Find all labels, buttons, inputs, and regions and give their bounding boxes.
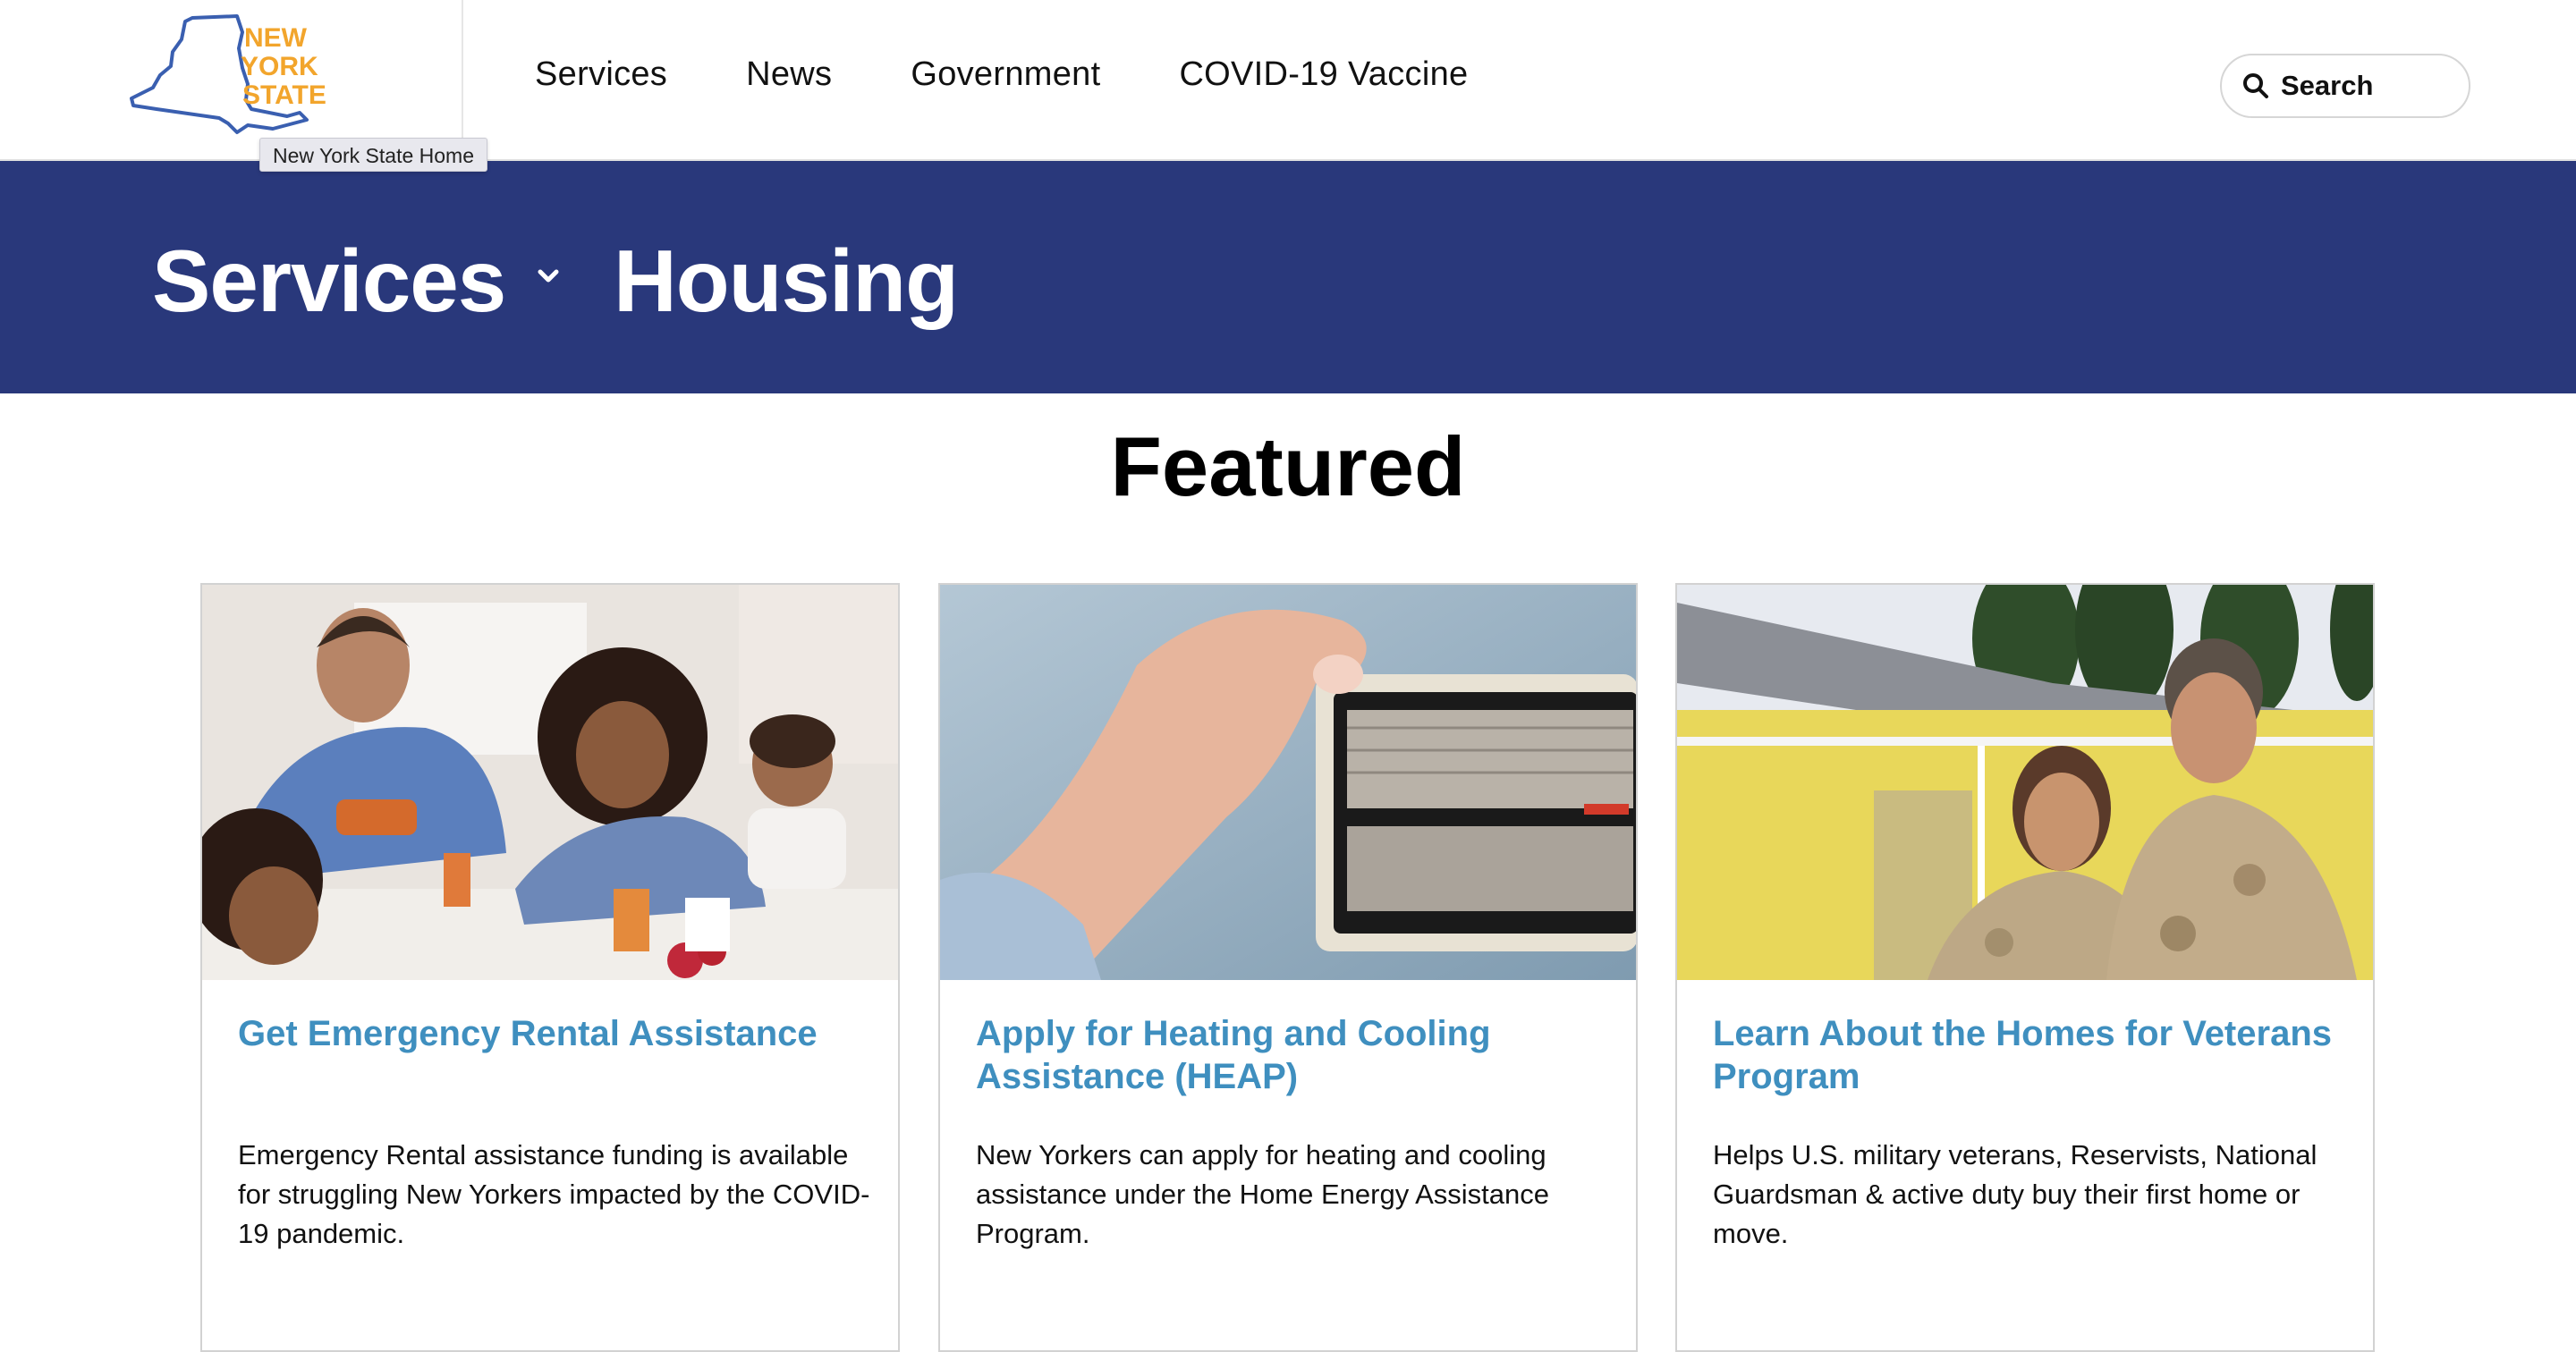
featured-card-heap[interactable]: Apply for Heating and Cooling Assistance… xyxy=(938,583,1638,1352)
featured-card-homes-for-veterans[interactable]: Learn About the Homes for Veterans Progr… xyxy=(1675,583,2375,1352)
breadcrumb-services[interactable]: Services xyxy=(152,231,506,332)
logo-tooltip: New York State Home xyxy=(259,138,488,172)
site-header: NEW YORK STATE New York State Home Servi… xyxy=(0,0,2576,172)
featured-card-rental-assistance[interactable]: Get Emergency Rental Assistance Emergenc… xyxy=(200,583,900,1352)
card-title[interactable]: Learn About the Homes for Veterans Progr… xyxy=(1713,1012,2339,1098)
main-nav: Services News Government COVID-19 Vaccin… xyxy=(535,55,1468,94)
thermostat-photo xyxy=(940,585,1636,980)
nys-map-logo-icon: NEW YORK STATE xyxy=(130,14,326,134)
card-title[interactable]: Apply for Heating and Cooling Assistance… xyxy=(976,1012,1602,1098)
card-description: Emergency Rental assistance funding is a… xyxy=(238,1139,870,1249)
family-breakfast-photo xyxy=(202,585,898,980)
nav-item-covid-vaccine[interactable]: COVID-19 Vaccine xyxy=(1179,55,1468,94)
search-icon xyxy=(2243,73,2268,98)
veterans-house-photo xyxy=(1677,585,2373,980)
search-button[interactable]: Search xyxy=(2220,54,2470,118)
nys-home-logo[interactable]: NEW YORK STATE xyxy=(130,13,335,138)
card-description: Helps U.S. military veterans, Reservists… xyxy=(1713,1139,2318,1249)
page-title: Housing xyxy=(614,232,959,330)
featured-heading: Featured xyxy=(1110,419,1466,513)
header-divider xyxy=(462,0,463,161)
nav-item-government[interactable]: Government xyxy=(911,55,1100,94)
page-banner: Services Housing xyxy=(0,161,2576,393)
card-description: New Yorkers can apply for heating and co… xyxy=(976,1139,1550,1249)
search-label: Search xyxy=(2281,70,2374,101)
logo-line-1: NEW xyxy=(244,23,308,53)
logo-line-2: YORK xyxy=(241,52,318,81)
card-title[interactable]: Get Emergency Rental Assistance xyxy=(238,1012,864,1055)
nav-item-news[interactable]: News xyxy=(746,55,832,94)
nav-item-services[interactable]: Services xyxy=(535,55,667,94)
logo-line-3: STATE xyxy=(242,80,326,110)
chevron-down-icon[interactable] xyxy=(535,265,562,286)
